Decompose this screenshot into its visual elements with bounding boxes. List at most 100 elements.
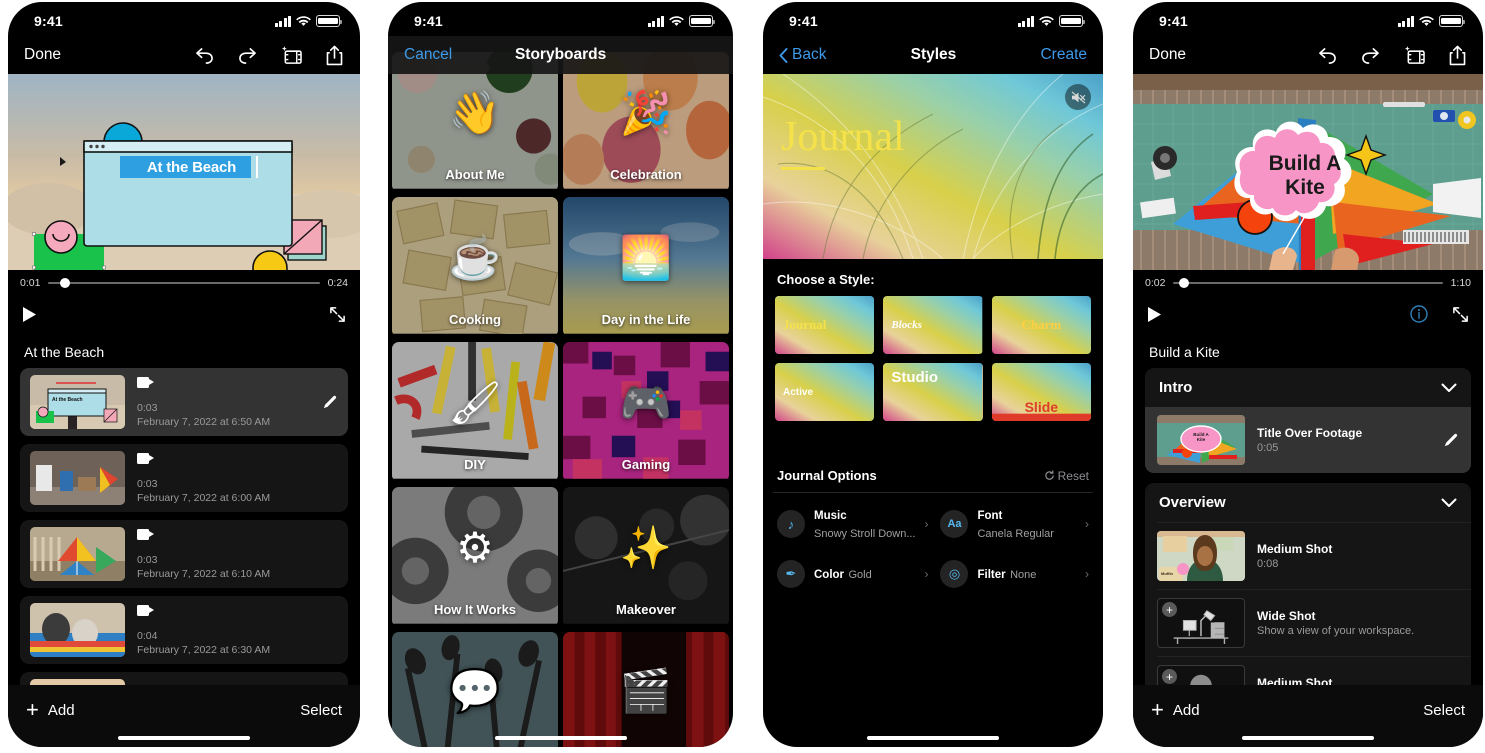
style-name: Blocks bbox=[891, 319, 922, 331]
page-title: Storyboards bbox=[514, 46, 607, 63]
magic-movie-icon[interactable] bbox=[280, 45, 303, 65]
home-indicator bbox=[494, 735, 627, 740]
add-button[interactable]: + Add bbox=[26, 699, 75, 721]
phone-4-storyboard-editor: 9:41 Done Build A Kite 0:02 1:10 Build a… bbox=[1133, 2, 1483, 747]
shot-subtitle: Show a view of your workspace. bbox=[1257, 625, 1415, 637]
done-button[interactable]: Done bbox=[1149, 46, 1186, 64]
section-header-intro[interactable]: Intro bbox=[1145, 368, 1471, 407]
storyboard-card-film[interactable]: 🎬 Film bbox=[563, 632, 729, 747]
playback-scrubber[interactable]: 0:01 0:24 bbox=[8, 270, 360, 296]
storyboard-card-day-in-the-life[interactable]: 🌅 Day in the Life bbox=[563, 197, 729, 337]
table-row[interactable]: 0:03 February 7, 2022 at 6:00 AM bbox=[20, 444, 348, 512]
storyboard-card-gaming[interactable]: 🎮 Gaming bbox=[563, 342, 729, 482]
pencil-icon[interactable] bbox=[1442, 432, 1459, 449]
info-circle-icon[interactable] bbox=[1410, 305, 1428, 323]
shot-placeholder[interactable]: + bbox=[1157, 598, 1245, 648]
list-item[interactable]: + Wide Shot Show a view of your workspac… bbox=[1145, 590, 1471, 656]
text-cursor bbox=[256, 156, 258, 178]
style-option-active[interactable]: Active bbox=[775, 363, 875, 421]
plus-icon[interactable]: + bbox=[1162, 602, 1177, 617]
plus-icon[interactable]: + bbox=[1162, 669, 1177, 684]
option-font[interactable]: Aa Font Canela Regular › bbox=[936, 499, 1093, 549]
video-preview[interactable]: Build A Kite bbox=[1133, 74, 1483, 270]
play-icon[interactable] bbox=[22, 306, 37, 323]
chevron-down-icon[interactable] bbox=[1441, 383, 1457, 393]
clip-duration: 0:03 bbox=[137, 477, 158, 490]
share-icon[interactable] bbox=[325, 45, 344, 66]
hero-style-name: Journal bbox=[781, 114, 905, 160]
magic-movie-icon[interactable] bbox=[1403, 45, 1426, 65]
video-camera-icon bbox=[137, 528, 154, 540]
playback-scrubber[interactable]: 0:02 1:10 bbox=[1133, 270, 1483, 296]
style-option-slide[interactable]: Slide bbox=[991, 363, 1091, 421]
list-item[interactable]: Build A Kite Title Over Footage 0:05 bbox=[1145, 407, 1471, 473]
player-controls bbox=[8, 296, 360, 332]
shot-title: Wide Shot bbox=[1257, 609, 1316, 623]
phone-3-styles: 9:41 Back Styles Create Journal Choose a… bbox=[763, 2, 1103, 747]
player-controls bbox=[1133, 296, 1483, 332]
add-button[interactable]: + Add bbox=[1151, 699, 1200, 721]
status-time: 9:41 bbox=[34, 13, 63, 29]
chevron-down-icon[interactable] bbox=[1441, 498, 1457, 508]
style-option-studio[interactable]: Studio bbox=[883, 363, 983, 421]
select-button[interactable]: Select bbox=[1423, 702, 1465, 719]
scrubber-knob[interactable] bbox=[59, 278, 70, 288]
style-option-charm[interactable]: Charm bbox=[991, 296, 1091, 354]
play-icon[interactable] bbox=[1147, 306, 1162, 323]
style-options-header: Journal Options Reset bbox=[763, 455, 1103, 492]
table-row[interactable]: 0:04 February 7, 2022 at 6:30 AM bbox=[20, 596, 348, 664]
clip-thumbnail: At the Beach bbox=[30, 375, 125, 429]
select-button[interactable]: Select bbox=[300, 702, 342, 719]
page-title: Styles bbox=[910, 46, 957, 63]
flowchart-icon: ⚙ bbox=[456, 524, 494, 571]
current-time: 0:02 bbox=[1145, 277, 1166, 289]
fullscreen-icon[interactable] bbox=[329, 306, 346, 323]
undo-icon[interactable] bbox=[1317, 47, 1338, 64]
table-row[interactable]: At the Beach 0:03 February 7, 2022 at 6:… bbox=[20, 368, 348, 436]
option-color[interactable]: ✒ Color Gold › bbox=[773, 553, 932, 595]
option-music[interactable]: ♪ Music Snowy Stroll Down... › bbox=[773, 499, 932, 549]
create-button[interactable]: Create bbox=[1040, 46, 1087, 64]
storyboard-grid: 👋 About Me 🎉 Celebration ☕ Cooking 🌅 Day… bbox=[388, 52, 733, 747]
choose-style-header: Choose a Style: bbox=[763, 259, 1103, 296]
scrubber-knob[interactable] bbox=[1179, 278, 1190, 288]
redo-icon[interactable] bbox=[1360, 47, 1381, 64]
section-header-overview[interactable]: Overview bbox=[1145, 483, 1471, 522]
project-title: At the Beach bbox=[24, 344, 105, 360]
reset-button[interactable]: Reset bbox=[1044, 469, 1089, 483]
style-option-journal[interactable]: Journal bbox=[775, 296, 875, 354]
storyboard-card-diy[interactable]: 🖌 DIY bbox=[392, 342, 558, 482]
redo-icon[interactable] bbox=[237, 47, 258, 64]
share-icon[interactable] bbox=[1448, 45, 1467, 66]
table-row[interactable]: 0:03 February 7, 2022 at 6:10 AM bbox=[20, 520, 348, 588]
fullscreen-icon[interactable] bbox=[1452, 306, 1469, 323]
phone-notch bbox=[485, 2, 636, 28]
video-camera-icon bbox=[137, 452, 154, 464]
list-item[interactable]: Muffin Medium Shot 0:08 bbox=[1145, 523, 1471, 589]
cancel-button[interactable]: Cancel bbox=[404, 46, 452, 64]
style-option-blocks[interactable]: Blocks bbox=[883, 296, 983, 354]
undo-icon[interactable] bbox=[194, 47, 215, 64]
scrubber-track[interactable] bbox=[1173, 278, 1443, 288]
storyboard-card-qa[interactable]: 💬 Q&A bbox=[392, 632, 558, 747]
done-button[interactable]: Done bbox=[24, 46, 61, 64]
video-preview[interactable]: At the Beach bbox=[8, 74, 360, 270]
add-label: Add bbox=[1172, 701, 1200, 719]
storyboard-label: Celebration bbox=[610, 167, 682, 182]
pencil-icon[interactable] bbox=[321, 394, 338, 411]
chevron-right-icon: › bbox=[924, 517, 929, 531]
battery-icon bbox=[1439, 15, 1465, 27]
speaker-muted-icon[interactable] bbox=[1065, 84, 1091, 110]
storyboard-card-how-it-works[interactable]: ⚙ How It Works bbox=[392, 487, 558, 627]
style-name: Active bbox=[783, 386, 814, 398]
storyboard-card-makeover[interactable]: ✨ Makeover bbox=[563, 487, 729, 627]
shot-thumbnail: Muffin bbox=[1157, 531, 1245, 581]
reset-arrow-icon bbox=[1044, 470, 1054, 480]
option-filter[interactable]: ◎ Filter None › bbox=[936, 553, 1093, 595]
phone-notch bbox=[109, 2, 259, 28]
back-button[interactable]: Back bbox=[779, 46, 826, 64]
style-preview[interactable]: Journal bbox=[763, 74, 1103, 259]
scrubber-track[interactable] bbox=[48, 278, 320, 288]
storyboard-card-cooking[interactable]: ☕ Cooking bbox=[392, 197, 558, 337]
shot-title: Medium Shot bbox=[1257, 542, 1333, 556]
